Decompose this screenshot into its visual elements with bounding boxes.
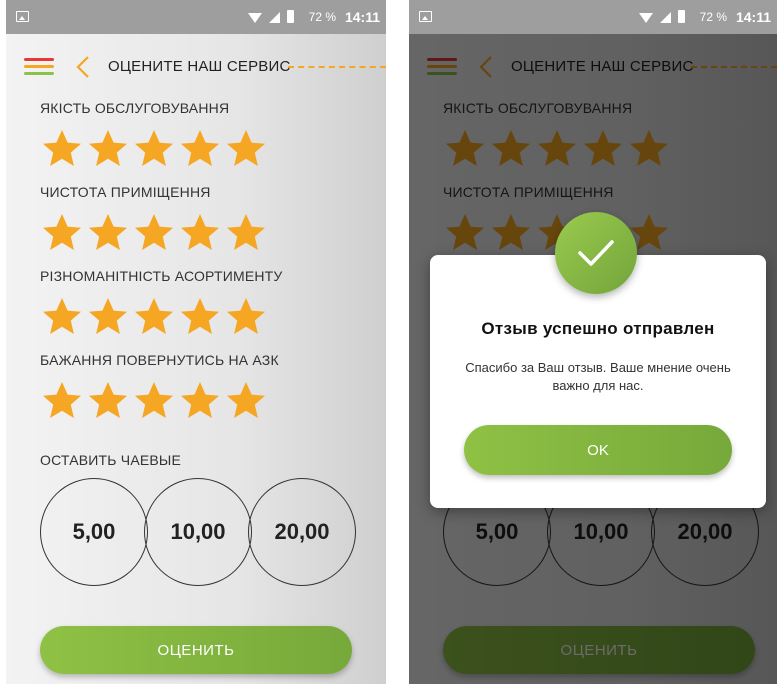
rating-label-service: ЯКІСТЬ ОБСЛУГОВУВАННЯ <box>40 100 230 116</box>
star-icon[interactable] <box>178 380 222 420</box>
star-rating-cleanliness[interactable] <box>40 212 268 252</box>
star-rating-service[interactable] <box>40 128 268 168</box>
star-icon[interactable] <box>178 128 222 168</box>
status-bar: 72 % 14:11 <box>409 0 777 34</box>
star-rating-return[interactable] <box>40 380 268 420</box>
signal-icon <box>269 12 280 23</box>
success-badge <box>555 212 637 294</box>
battery-percent: 72 % <box>308 10 336 24</box>
battery-icon <box>678 10 685 23</box>
star-icon[interactable] <box>40 296 84 336</box>
rating-label-cleanliness: ЧИСТОТА ПРИМІЩЕННЯ <box>40 184 211 200</box>
star-icon[interactable] <box>178 212 222 252</box>
star-icon[interactable] <box>40 212 84 252</box>
screen-rating-success: 72 % 14:11 ОЦЕНИТЕ НАШ СЕРВИС ЯКІСТЬ ОБС… <box>409 0 777 684</box>
star-icon[interactable] <box>132 212 176 252</box>
rating-label-return: БАЖАННЯ ПОВЕРНУТИСЬ НА АЗК <box>40 352 279 368</box>
status-bar: 72 % 14:11 <box>6 0 386 34</box>
battery-icon <box>287 10 294 23</box>
image-icon <box>16 11 29 22</box>
tips-label: ОСТАВИТЬ ЧАЕВЫЕ <box>40 452 182 468</box>
star-icon[interactable] <box>40 128 84 168</box>
star-icon[interactable] <box>224 212 268 252</box>
star-icon[interactable] <box>40 380 84 420</box>
check-icon <box>578 240 614 266</box>
star-icon[interactable] <box>86 128 130 168</box>
dialog-title: Отзыв успешно отправлен <box>481 319 715 338</box>
star-icon[interactable] <box>132 128 176 168</box>
dialog-message: Спасибо за Ваш отзыв. Ваше мнение очень … <box>465 360 731 393</box>
image-icon <box>419 11 432 22</box>
rate-button[interactable]: ОЦЕНИТЬ <box>40 626 352 674</box>
rating-label-assortment: РІЗНОМАНІТНІСТЬ АСОРТИМЕНТУ <box>40 268 283 284</box>
star-icon[interactable] <box>132 296 176 336</box>
star-icon[interactable] <box>86 380 130 420</box>
tip-option-10[interactable]: 10,00 <box>144 478 252 586</box>
menu-icon[interactable] <box>24 58 54 76</box>
wifi-icon <box>248 13 262 23</box>
star-icon[interactable] <box>224 380 268 420</box>
signal-icon <box>660 12 671 23</box>
tip-option-5[interactable]: 5,00 <box>40 478 148 586</box>
star-icon[interactable] <box>224 128 268 168</box>
page-title: ОЦЕНИТЕ НАШ СЕРВИС <box>108 58 291 75</box>
star-icon[interactable] <box>86 212 130 252</box>
battery-percent: 72 % <box>699 10 727 24</box>
star-icon[interactable] <box>178 296 222 336</box>
clock: 14:11 <box>344 9 380 25</box>
wifi-icon <box>639 13 653 23</box>
back-chevron-icon[interactable] <box>72 55 94 79</box>
star-icon[interactable] <box>132 380 176 420</box>
ok-button[interactable]: OK <box>464 425 732 475</box>
star-icon[interactable] <box>224 296 268 336</box>
star-rating-assortment[interactable] <box>40 296 268 336</box>
screen-rating-form: 72 % 14:11 ОЦЕНИТЕ НАШ СЕРВИС ЯКІСТЬ ОБС… <box>6 0 386 684</box>
star-icon[interactable] <box>86 296 130 336</box>
clock: 14:11 <box>735 9 771 25</box>
tip-option-20[interactable]: 20,00 <box>248 478 356 586</box>
header: ОЦЕНИТЕ НАШ СЕРВИС <box>6 44 386 88</box>
header-divider <box>288 66 386 68</box>
